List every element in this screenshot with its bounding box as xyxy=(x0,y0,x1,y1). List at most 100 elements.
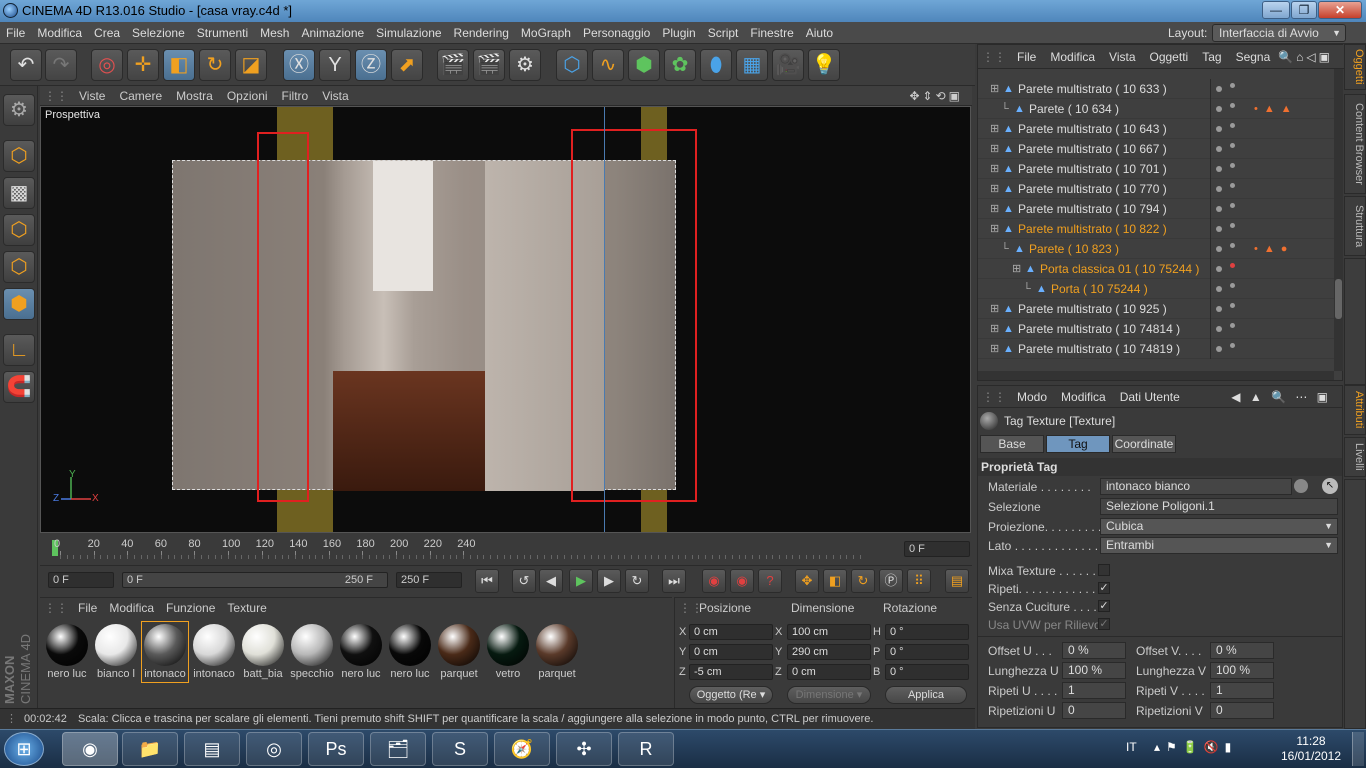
offset-v-field[interactable]: 0 % xyxy=(1210,642,1274,659)
next-key-icon[interactable]: ↻ xyxy=(625,569,649,593)
expand-icon[interactable]: └ xyxy=(1023,279,1031,299)
render-visibility-dot[interactable] xyxy=(1230,243,1235,248)
attribute-menu-dati-utente[interactable]: Dati Utente xyxy=(1113,386,1187,408)
render-visibility-dot[interactable] xyxy=(1230,103,1235,108)
expand-icon[interactable]: ⊞ xyxy=(990,159,999,179)
length-v-field[interactable]: 100 % xyxy=(1210,662,1274,679)
editor-visibility-dot[interactable] xyxy=(1216,266,1222,272)
object-name[interactable]: Parete multistrato ( 10 74819 ) xyxy=(1018,339,1180,359)
auto-keying-icon[interactable]: ◉ xyxy=(730,569,754,593)
object-row[interactable]: ⊞ ▲ Parete multistrato ( 10 770 ) xyxy=(978,179,1334,199)
attribute-menu-modifica[interactable]: Modifica xyxy=(1054,386,1113,408)
viewport-menu-camere[interactable]: Camere xyxy=(112,86,169,106)
go-to-end-icon[interactable]: ⏭ xyxy=(662,569,686,593)
menu-plugin[interactable]: Plugin xyxy=(656,22,701,44)
object-name[interactable]: Parete multistrato ( 10 794 ) xyxy=(1018,199,1167,219)
material-field[interactable]: intonaco bianco xyxy=(1100,478,1292,495)
editor-visibility-dot[interactable] xyxy=(1216,86,1222,92)
attribute-nav-icons[interactable]: ◀ ▲ 🔍 ⋯ ▣ xyxy=(1224,386,1338,408)
menu-mesh[interactable]: Mesh xyxy=(254,22,295,44)
object-name[interactable]: Parete multistrato ( 10 701 ) xyxy=(1018,159,1167,179)
menu-crea[interactable]: Crea xyxy=(88,22,126,44)
next-frame-icon[interactable]: ▶ xyxy=(597,569,621,593)
timeline-ruler[interactable]: 0 F 0 20 40 60 80 100 120 140 160 180 200 220 240 xyxy=(40,535,972,563)
dimension-field[interactable]: 290 cm xyxy=(787,644,871,660)
polygons-mode-icon[interactable]: ⬢ xyxy=(3,288,35,320)
expand-icon[interactable]: ⊞ xyxy=(990,219,999,239)
menu-strumenti[interactable]: Strumenti xyxy=(191,22,254,44)
dimension-field[interactable]: 0 cm xyxy=(787,664,871,680)
coordinate-mode-select[interactable]: Oggetto (Re ▾ xyxy=(689,686,773,704)
subdivision-surface-icon[interactable]: ⬢ xyxy=(628,49,660,81)
projection-select[interactable]: Cubica ▼ xyxy=(1100,518,1338,535)
material-swatch[interactable]: specchio xyxy=(289,622,335,682)
render-visibility-dot[interactable] xyxy=(1230,203,1235,208)
taskbar-skype[interactable]: S xyxy=(432,732,488,766)
material-menu-texture[interactable]: Texture xyxy=(221,598,272,618)
taskbar-rhino[interactable]: R xyxy=(618,732,674,766)
editor-visibility-dot[interactable] xyxy=(1216,246,1222,252)
object-tags-icons[interactable]: •▲● xyxy=(1254,239,1293,259)
tray-icons[interactable]: ▴⚑🔋🔇▮ xyxy=(1154,740,1237,754)
key-scale-icon[interactable]: ◧ xyxy=(823,569,847,593)
menu-rendering[interactable]: Rendering xyxy=(448,22,515,44)
previous-frame-icon[interactable]: ◀ xyxy=(539,569,563,593)
side-select[interactable]: Entrambi ▼ xyxy=(1100,537,1338,554)
object-row[interactable]: ⊞ ▲ Porta classica 01 ( 10 75244 ) xyxy=(978,259,1334,279)
frame-range-slider[interactable]: 0 F 250 F xyxy=(122,572,388,588)
rotation-field[interactable]: 0 ° xyxy=(885,664,969,680)
object-search-icons[interactable]: 🔍⌂◁▣ xyxy=(1271,45,1340,69)
material-swatch[interactable]: intonaco xyxy=(191,622,237,682)
perspective-viewport[interactable]: Prospettiva Y X Z xyxy=(40,106,971,533)
menu-finestre[interactable]: Finestre xyxy=(744,22,799,44)
rotate-tool-icon[interactable]: ↻ xyxy=(199,49,231,81)
material-swatch[interactable]: intonaco xyxy=(141,621,189,683)
expand-icon[interactable]: └ xyxy=(1001,239,1009,259)
expand-icon[interactable]: ⊞ xyxy=(990,299,999,319)
object-row[interactable]: └ ▲ Porta ( 10 75244 ) xyxy=(978,279,1334,299)
snap-icon[interactable]: 🧲 xyxy=(3,371,35,403)
object-name[interactable]: Parete multistrato ( 10 633 ) xyxy=(1018,79,1167,99)
material-swatch[interactable]: parquet xyxy=(534,622,580,682)
offset-u-field[interactable]: 0 % xyxy=(1062,642,1126,659)
z-axis-lock-button[interactable]: Ⓩ xyxy=(355,49,387,81)
y-axis-lock-button[interactable]: Y xyxy=(319,49,351,81)
coordinate-system-icon[interactable]: ⬈ xyxy=(391,49,423,81)
object-row[interactable]: ⊞ ▲ Parete multistrato ( 10 701 ) xyxy=(978,159,1334,179)
undo-button[interactable]: ↶ xyxy=(10,49,42,81)
object-scrollbar-thumb[interactable] xyxy=(1335,279,1342,319)
taskbar-safari[interactable]: 🧭 xyxy=(494,732,550,766)
current-frame-field[interactable]: 0 F xyxy=(904,541,970,557)
repeat-u-field[interactable]: 1 xyxy=(1062,682,1126,699)
editor-visibility-dot[interactable] xyxy=(1216,106,1222,112)
taskbar-cinema4d[interactable]: ◉ xyxy=(62,732,118,766)
object-row[interactable]: ⊞ ▲ Parete multistrato ( 10 667 ) xyxy=(978,139,1334,159)
object-tags-icons[interactable]: •▲▲ xyxy=(1254,99,1298,119)
object-name[interactable]: Parete multistrato ( 10 822 ) xyxy=(1018,219,1167,239)
object-menu-oggetti[interactable]: Oggetti xyxy=(1143,45,1196,69)
menu-modifica[interactable]: Modifica xyxy=(31,22,88,44)
object-row[interactable]: └ ▲ Parete ( 10 823 ) •▲● xyxy=(978,239,1334,259)
close-button[interactable]: ✕ xyxy=(1318,1,1362,19)
render-visibility-dot[interactable] xyxy=(1230,343,1235,348)
tab-attributi[interactable]: Attributi xyxy=(1344,385,1366,435)
start-button[interactable]: ⊞ xyxy=(4,732,44,766)
render-visibility-dot[interactable] xyxy=(1230,83,1235,88)
tab-tag[interactable]: Tag xyxy=(1046,435,1110,453)
material-menu-funzione[interactable]: Funzione xyxy=(160,598,221,618)
redo-button[interactable]: ↷ xyxy=(45,49,77,81)
expand-icon[interactable]: └ xyxy=(1001,99,1009,119)
viewport-navigation-icons[interactable]: ✥⇕⟲▣ xyxy=(902,86,970,106)
tab-base[interactable]: Base xyxy=(980,435,1044,453)
object-horizontal-scrollbar[interactable] xyxy=(978,371,1334,380)
taskbar-photoshop[interactable]: Ps xyxy=(308,732,364,766)
tab-struttura[interactable]: Struttura xyxy=(1344,196,1366,256)
material-menu-modifica[interactable]: Modifica xyxy=(103,598,160,618)
tab-oggetti[interactable]: Oggetti xyxy=(1344,44,1366,90)
editor-visibility-dot[interactable] xyxy=(1216,346,1222,352)
last-tool-icon[interactable]: ◪ xyxy=(235,49,267,81)
render-visibility-dot[interactable] xyxy=(1230,323,1235,328)
render-visibility-dot[interactable] xyxy=(1230,143,1235,148)
x-axis-lock-button[interactable]: Ⓧ xyxy=(283,49,315,81)
repeat-v-field[interactable]: 1 xyxy=(1210,682,1274,699)
